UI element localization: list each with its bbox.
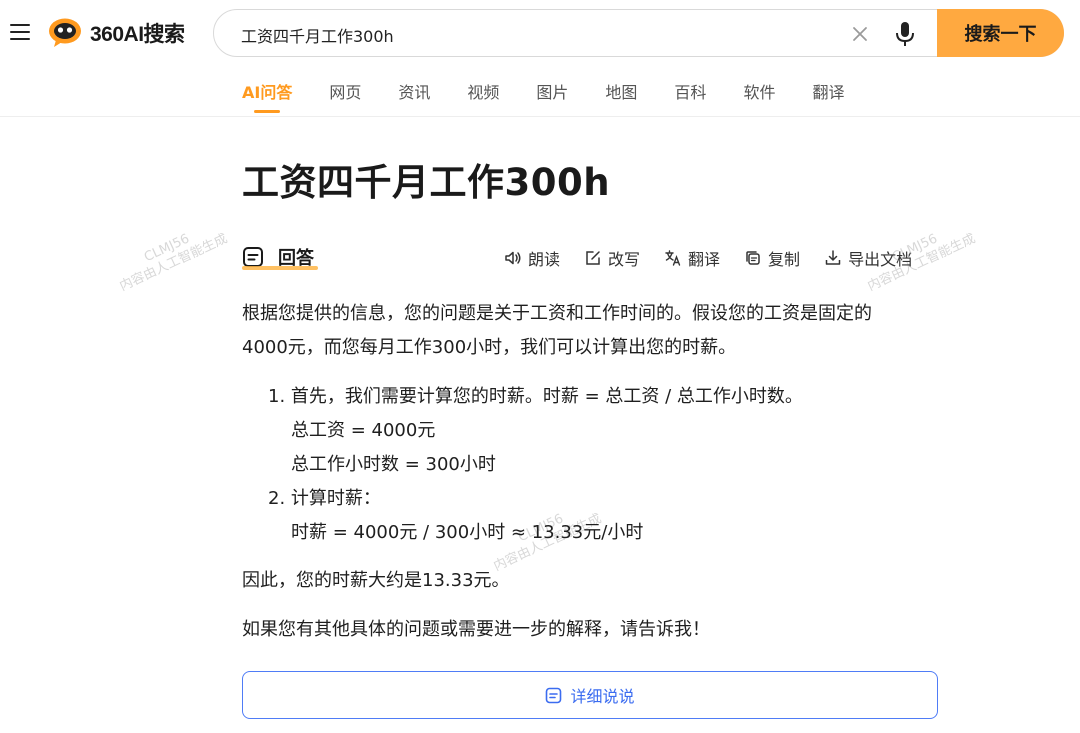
header-divider	[0, 116, 1080, 117]
logo-mascot-icon	[49, 18, 81, 47]
answer-closing: 如果您有其他具体的问题或需要进一步的解释，请告诉我！	[242, 619, 710, 640]
translate-icon	[665, 250, 681, 266]
tab-baike[interactable]: 百科	[674, 80, 706, 116]
edit-icon	[586, 251, 600, 265]
tab-software[interactable]: 软件	[743, 80, 775, 116]
tab-map[interactable]: 地图	[605, 80, 637, 116]
tab-translate[interactable]: 翻译	[812, 80, 844, 116]
answer-intro: 根据您提供的信息，您的问题是关于工资和工作时间的。假设您的工资是固定的 4000…	[242, 303, 872, 358]
list-item: 1. 首先，我们需要计算您的时薪。时薪 = 总工资 / 总工作小时数。	[268, 386, 803, 407]
tab-video[interactable]: 视频	[467, 80, 499, 116]
download-icon	[825, 250, 841, 265]
microphone-icon[interactable]	[894, 21, 916, 47]
speaker-icon	[505, 251, 521, 265]
answer-underline	[242, 266, 318, 270]
clear-icon[interactable]	[850, 24, 870, 44]
tab-news[interactable]: 资讯	[398, 80, 430, 116]
logo[interactable]: 360AI搜索	[48, 16, 185, 50]
copy-button[interactable]: 复制	[744, 246, 800, 270]
rewrite-button[interactable]: 改写	[584, 246, 640, 270]
list-subitem: 总工作小时数 = 300小时	[291, 454, 496, 475]
watermark: CLMJ56 内容由人工智能生成	[117, 231, 230, 295]
export-document-button[interactable]: 导出文档	[824, 246, 912, 270]
search-tabs: AI问答 网页 资讯 视频 图片 地图 百科 软件 翻译	[242, 80, 881, 116]
search-input[interactable]: 工资四千月工作300h	[241, 23, 394, 47]
list-subitem: 时薪 = 4000元 / 300小时 ≈ 13.33元/小时	[291, 522, 644, 543]
page-title: 工资四千月工作300h	[242, 161, 611, 204]
answer-conclusion: 因此，您的时薪大约是13.33元。	[242, 570, 510, 591]
hamburger-menu-icon[interactable]	[10, 24, 30, 40]
translate-button[interactable]: 翻译	[664, 246, 720, 270]
message-icon	[546, 687, 562, 703]
tab-ai-qa[interactable]: AI问答	[242, 80, 292, 116]
search-button[interactable]: 搜索一下	[937, 9, 1064, 57]
explain-more-button[interactable]: 详细说说	[242, 671, 938, 719]
read-aloud-button[interactable]: 朗读	[504, 246, 560, 270]
logo-text: 360AI搜索	[90, 23, 185, 46]
answer-actions: 朗读 改写 翻译 复制 导出文档	[504, 246, 912, 270]
answer-steps-list: 1. 首先，我们需要计算您的时薪。时薪 = 总工资 / 总工作小时数。 总工资 …	[268, 380, 948, 550]
answer-icon	[243, 247, 263, 267]
copy-icon	[746, 251, 760, 265]
top-bar: 360AI搜索 工资四千月工作300h 搜索一下	[0, 0, 1080, 66]
list-item: 2. 计算时薪：	[268, 488, 381, 509]
tab-web[interactable]: 网页	[329, 80, 361, 116]
list-subitem: 总工资 = 4000元	[291, 420, 436, 441]
tab-images[interactable]: 图片	[536, 80, 568, 116]
